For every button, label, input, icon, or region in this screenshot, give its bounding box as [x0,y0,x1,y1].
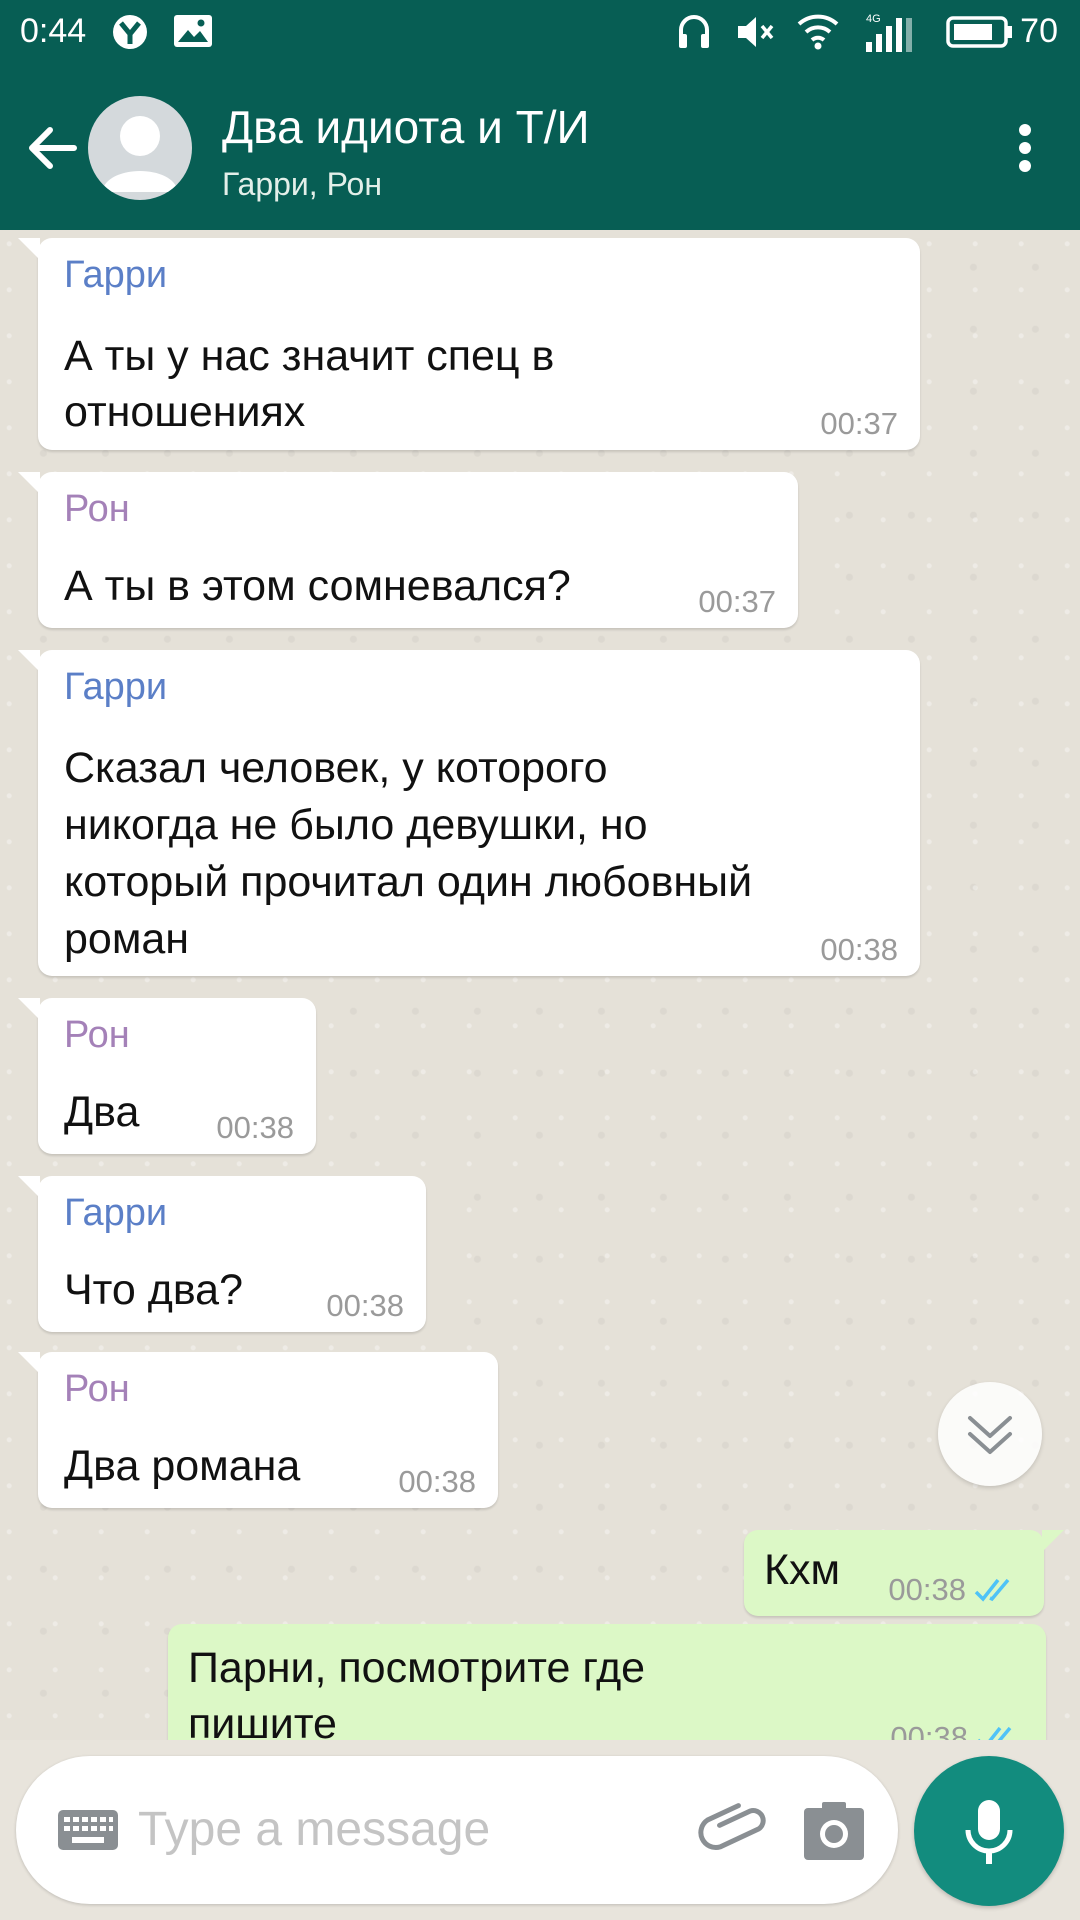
message-text-line: роман [64,915,190,963]
message-bubble[interactable]: Гарри Сказал человек, у которого никогда… [18,650,920,976]
battery-icon [946,16,1012,48]
user-silhouette-icon [102,116,178,192]
signal-icon: 4G [866,13,912,52]
outgoing-message-bubble[interactable]: Кхм 00:38 [744,1530,1064,1616]
voice-record-button[interactable] [914,1756,1064,1906]
sender-name: Рон [64,1014,130,1056]
sender-name: Рон [64,488,130,530]
status-time: 0:44 [20,12,87,50]
browser-icon [113,15,147,49]
sender-name: Рон [64,1368,130,1410]
message-list[interactable]: Гарри А ты у нас значит спец в отношения… [0,230,1080,1740]
message-text-line: А ты в этом сомневался? [64,562,571,610]
message-text-line: Кхм [764,1546,841,1594]
message-time: 00:38 [890,1720,968,1740]
back-arrow-icon[interactable] [22,118,82,178]
status-bar: 0:44 4G 70 [0,0,1080,66]
battery-percent: 70 [1020,12,1058,50]
message-text-line: отношениях [64,388,306,436]
message-bubble[interactable]: Рон Два романа 00:38 [18,1352,498,1508]
sender-name: Гарри [64,666,168,708]
outgoing-message-bubble[interactable]: Парни, посмотрите где пишите 00:38 [168,1624,1046,1740]
message-time: 00:37 [820,406,898,441]
message-bubble[interactable]: Гарри А ты у нас значит спец в отношения… [18,238,920,450]
mute-icon [738,17,774,47]
chat-participants[interactable]: Гарри, Рон [222,166,382,203]
sender-name: Гарри [64,1192,168,1234]
message-bubble[interactable]: Рон А ты в этом сомневался? 00:37 [18,472,798,628]
message-text-line: Что два? [64,1266,244,1314]
headphones-icon [679,15,709,48]
message-bubble[interactable]: Гарри Что два? 00:38 [18,1176,426,1332]
message-text-line: пишите [188,1700,337,1740]
message-input[interactable]: Type a message [138,1802,490,1857]
sender-name: Гарри [64,254,168,296]
message-text-line: никогда не было девушки, но [64,801,648,849]
double-chevron-down-icon [968,1416,1012,1454]
chat-header: Два идиота и Т/И Гарри, Рон [0,66,1080,230]
message-bubble[interactable]: Рон Два 00:38 [18,998,316,1154]
chat-title[interactable]: Два идиота и Т/И [222,100,590,154]
svg-text:4G: 4G [866,13,881,25]
message-time: 00:37 [698,584,776,619]
message-text-line: Парни, посмотрите где [188,1644,646,1692]
read-receipt-icon [978,1726,1012,1740]
microphone-icon [965,1800,1013,1864]
message-time: 00:38 [888,1572,966,1607]
message-text-line: А ты у нас значит спец в [64,332,555,380]
avatar[interactable] [88,96,192,200]
message-time: 00:38 [820,932,898,967]
message-text-line: Два романа [64,1442,301,1490]
message-text-line: который прочитал один любовный [64,858,753,906]
attachment-icon[interactable] [696,1796,768,1868]
scroll-to-bottom-button[interactable] [938,1382,1042,1486]
overflow-menu-icon[interactable] [1010,118,1040,178]
message-text-line: Сказал человек, у которого [64,744,608,792]
gallery-icon [174,15,212,47]
keyboard-icon[interactable] [56,1808,120,1852]
message-time: 00:38 [216,1110,294,1145]
message-time: 00:38 [398,1464,476,1499]
message-text-line: Два [64,1088,140,1136]
camera-icon[interactable] [802,1800,866,1862]
message-time: 00:38 [326,1288,404,1323]
wifi-icon [797,14,839,50]
read-receipt-icon [974,1578,1010,1602]
message-input-bar: Type a message [16,1756,898,1904]
